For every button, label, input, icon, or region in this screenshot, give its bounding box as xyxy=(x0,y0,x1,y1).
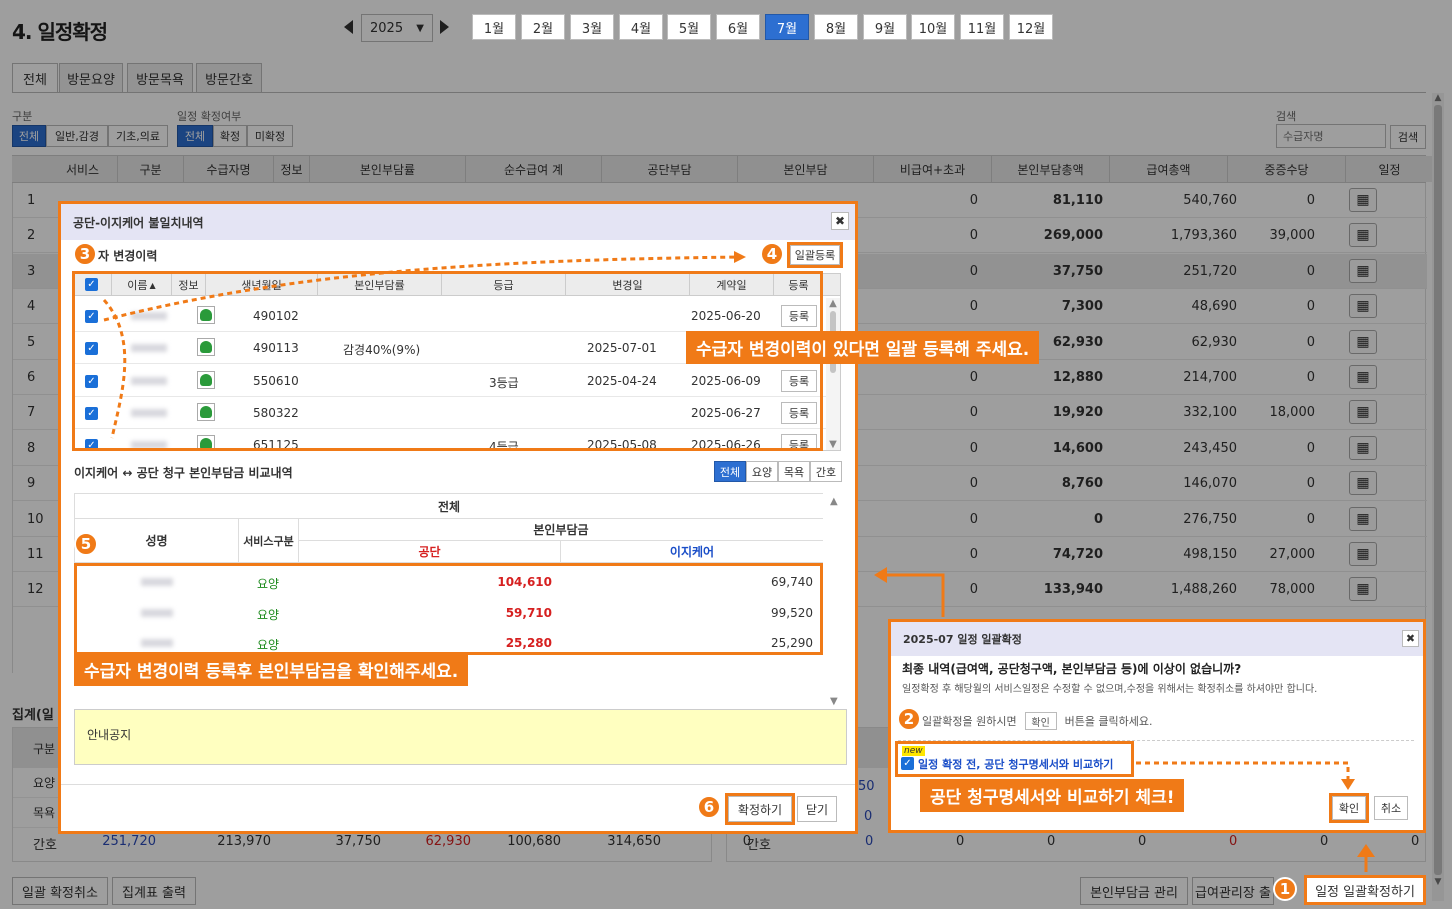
dotted-arrow-bulk xyxy=(103,255,741,322)
month-button-12[interactable]: 12월 xyxy=(1009,14,1053,40)
month-button-10[interactable]: 10월 xyxy=(911,14,955,40)
step-badge-2: 2 xyxy=(897,707,921,731)
step-badge-4: 4 xyxy=(760,242,784,266)
month-button-8[interactable]: 8월 xyxy=(814,14,858,40)
arrowhead-modal xyxy=(874,567,887,583)
month-button-4[interactable]: 4월 xyxy=(619,14,663,40)
step-badge-3: 3 xyxy=(73,242,97,266)
solid-arrow-modal xyxy=(886,573,945,617)
step-badge-6: 6 xyxy=(697,795,721,819)
month-button-6[interactable]: 6월 xyxy=(716,14,760,40)
step-badge-5: 5 xyxy=(74,532,98,556)
step-badge-1: 1 xyxy=(1273,877,1297,901)
month-button-7[interactable]: 7월 xyxy=(765,14,809,40)
arrowhead-check xyxy=(1341,779,1355,790)
callout-check-copay: 수급자 변경이력 등록후 본인부담금을 확인해주세요. xyxy=(74,653,469,686)
month-button-11[interactable]: 11월 xyxy=(960,14,1004,40)
month-button-9[interactable]: 9월 xyxy=(863,14,907,40)
callout-compare-check: 공단 청구명세서와 비교하기 체크! xyxy=(920,779,1185,812)
month-button-2[interactable]: 2월 xyxy=(521,14,565,40)
callout-bulk-register: 수급자 변경이력이 있다면 일괄 등록해 주세요. xyxy=(686,331,1040,364)
annotation-arrows xyxy=(102,251,1375,872)
month-button-5[interactable]: 5월 xyxy=(667,14,711,40)
arrowhead-bulk xyxy=(734,251,746,263)
month-button-3[interactable]: 3월 xyxy=(570,14,614,40)
dotted-arrow-check xyxy=(1136,761,1350,780)
arrowhead-button xyxy=(1357,844,1375,857)
month-button-1[interactable]: 1월 xyxy=(472,14,516,40)
